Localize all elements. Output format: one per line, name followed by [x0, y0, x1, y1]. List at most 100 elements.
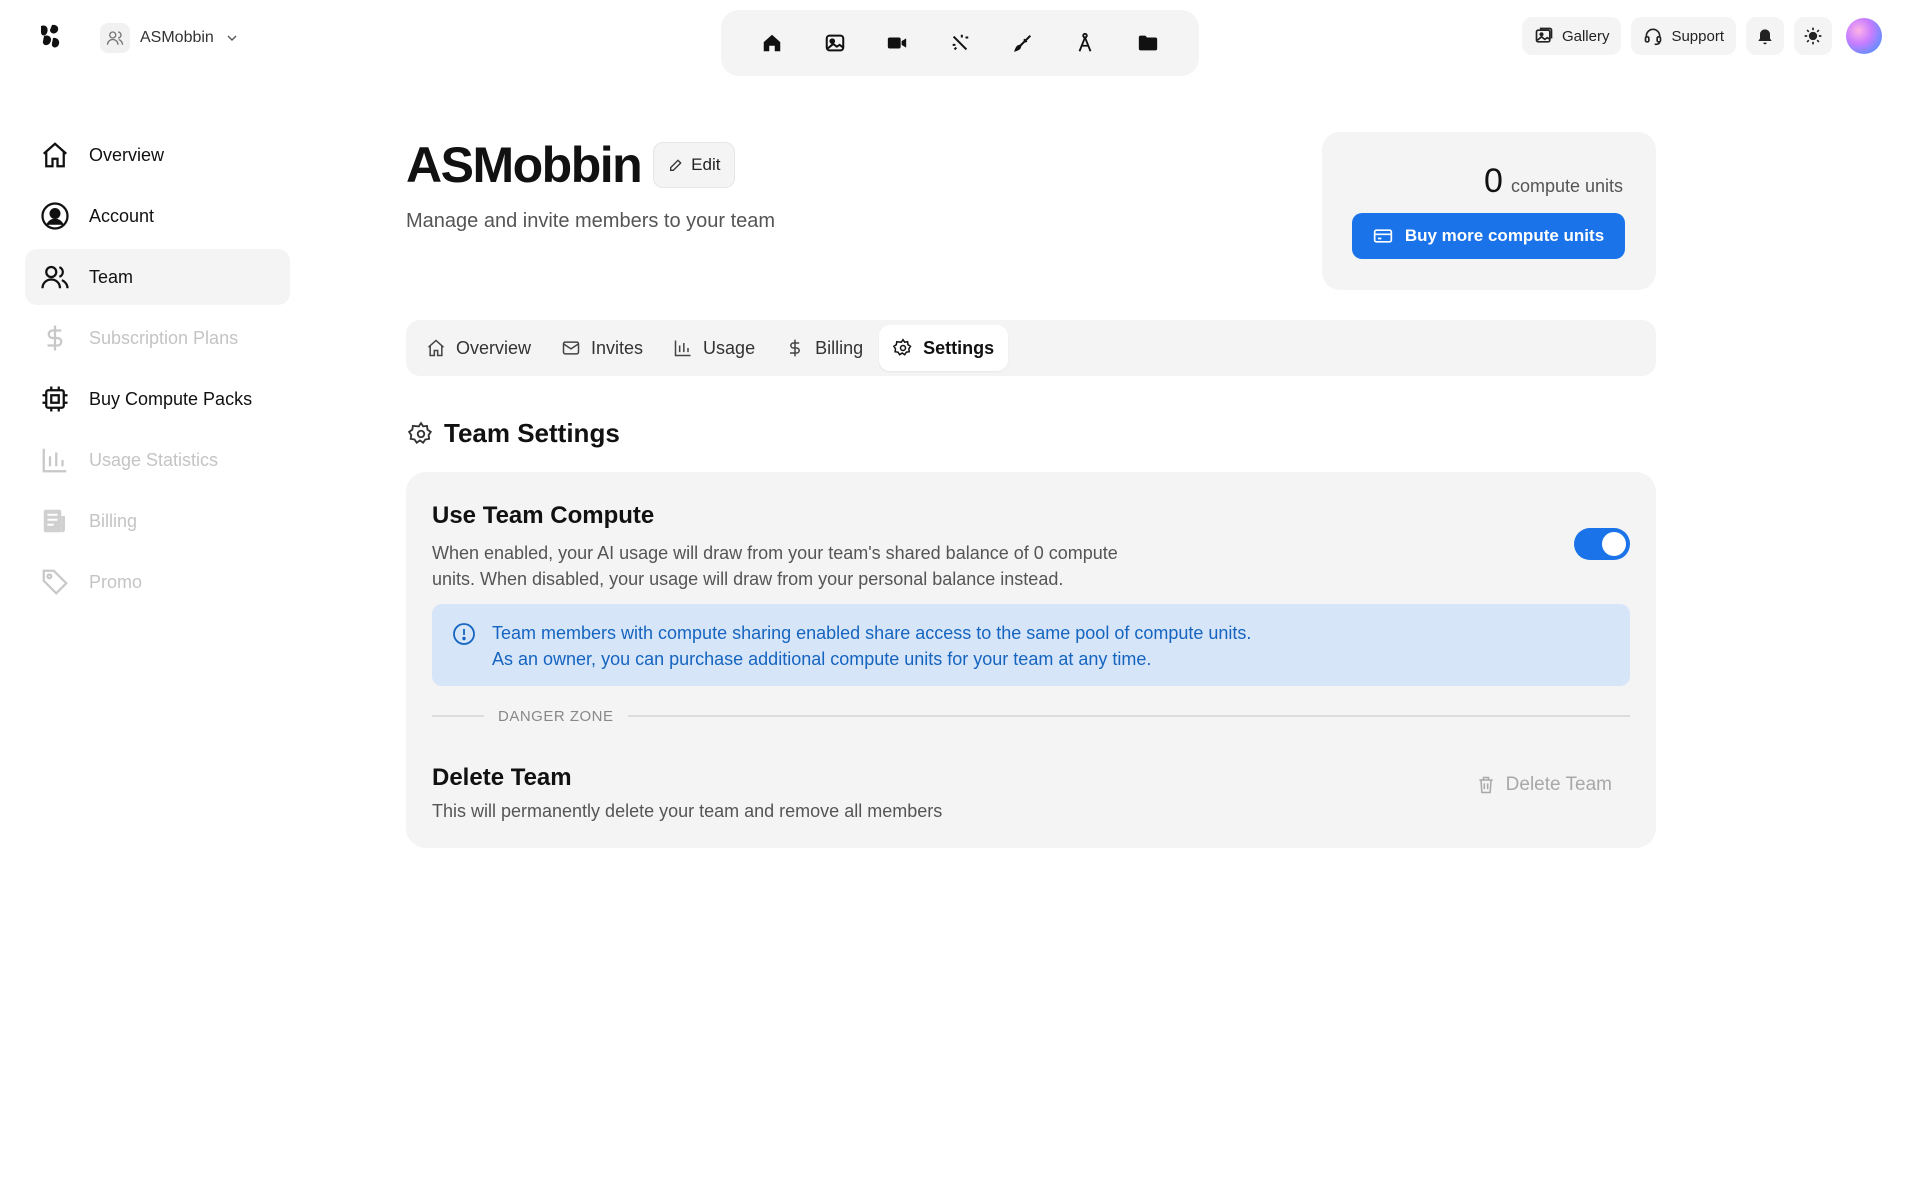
- dollar-icon: [785, 338, 805, 358]
- team-switcher[interactable]: ASMobbin: [100, 20, 240, 56]
- sidebar-item-billing: Billing: [25, 493, 290, 549]
- users-icon: [39, 261, 71, 293]
- compute-balance: 0 compute units: [1484, 162, 1623, 201]
- receipt-icon: [39, 505, 71, 537]
- tool-switcher: [721, 10, 1199, 76]
- tab-label: Usage: [703, 337, 756, 358]
- delete-team-button[interactable]: Delete Team: [1476, 774, 1612, 796]
- gallery-icon: [1534, 26, 1554, 46]
- buy-compute-units-button[interactable]: Buy more compute units: [1352, 213, 1625, 259]
- info-icon: [452, 622, 476, 646]
- image-icon[interactable]: [813, 21, 857, 65]
- sidebar-item-buy-compute-packs[interactable]: Buy Compute Packs: [25, 371, 290, 427]
- section-header: Team Settings: [408, 418, 620, 449]
- sidebar-item-label: Subscription Plans: [89, 327, 239, 348]
- team-settings-card: Use Team Compute When enabled, your AI u…: [406, 472, 1656, 848]
- info-line: As an owner, you can purchase additional…: [492, 649, 1152, 669]
- headset-icon: [1643, 26, 1663, 46]
- home-icon: [426, 338, 446, 358]
- info-callout: Team members with compute sharing enable…: [432, 604, 1630, 686]
- team-avatar-icon: [100, 23, 130, 53]
- sidebar-item-subscription-plans: Subscription Plans: [25, 310, 290, 366]
- main-content: ASMobbin Edit Manage and invite members …: [406, 120, 1656, 848]
- tab-overview[interactable]: Overview: [412, 325, 545, 371]
- section-title: Team Settings: [444, 418, 620, 448]
- tab-label: Billing: [815, 337, 864, 358]
- bar-chart-icon: [39, 444, 71, 476]
- bell-icon: [1755, 26, 1775, 46]
- page-title: ASMobbin: [406, 137, 643, 193]
- tab-label: Settings: [923, 337, 995, 358]
- sidebar: Overview Account Team Subscription Plans…: [25, 127, 290, 615]
- danger-zone-label: DANGER ZONE: [498, 707, 614, 725]
- compute-balance-unit: compute units: [1510, 176, 1623, 196]
- team-switcher-name: ASMobbin: [140, 29, 214, 46]
- dollar-icon: [39, 322, 71, 354]
- chip-icon: [39, 383, 71, 415]
- divider-line: [627, 715, 1630, 717]
- bar-chart-icon: [673, 338, 693, 358]
- team-tabs: Overview Invites Usage Billing Settings: [406, 320, 1656, 376]
- sidebar-item-label: Team: [89, 266, 134, 287]
- delete-team-label: Delete Team: [1505, 774, 1612, 795]
- sidebar-item-label: Account: [89, 205, 155, 226]
- team-compute-description-line: units. When disabled, your usage will dr…: [432, 569, 1064, 589]
- team-compute-title: Use Team Compute: [432, 502, 655, 529]
- tab-usage[interactable]: Usage: [659, 325, 769, 371]
- pencil-icon: [668, 157, 684, 173]
- brush-icon[interactable]: [1001, 21, 1045, 65]
- trash-icon: [1476, 775, 1496, 795]
- edit-label: Edit: [691, 155, 721, 174]
- sidebar-item-label: Promo: [89, 571, 143, 592]
- sidebar-item-label: Billing: [89, 510, 138, 531]
- user-avatar[interactable]: [1846, 18, 1882, 54]
- tab-settings[interactable]: Settings: [879, 325, 1009, 371]
- sidebar-item-usage-statistics: Usage Statistics: [25, 432, 290, 488]
- chevron-down-icon: [224, 30, 240, 46]
- top-right-actions: Gallery Support: [1521, 17, 1882, 55]
- gear-icon: [408, 421, 434, 447]
- tab-label: Invites: [591, 337, 644, 358]
- notifications-button[interactable]: [1746, 17, 1784, 55]
- toggle-knob: [1602, 532, 1626, 556]
- compass-icon[interactable]: [1063, 21, 1107, 65]
- compute-balance-value: 0: [1484, 162, 1503, 200]
- user-circle-icon: [39, 200, 71, 232]
- folder-icon[interactable]: [1126, 21, 1170, 65]
- team-compute-description: When enabled, your AI usage will draw fr…: [432, 540, 1152, 592]
- credit-card-icon: [1373, 226, 1393, 246]
- team-compute-toggle[interactable]: [1574, 528, 1630, 560]
- danger-zone-divider: DANGER ZONE: [432, 706, 1630, 726]
- tab-label: Overview: [456, 337, 532, 358]
- tag-icon: [39, 566, 71, 598]
- home-icon: [39, 139, 71, 171]
- tab-invites[interactable]: Invites: [547, 325, 657, 371]
- info-line: Team members with compute sharing enable…: [492, 623, 1252, 643]
- support-button[interactable]: Support: [1631, 17, 1736, 55]
- magic-wand-icon[interactable]: [938, 21, 982, 65]
- app-logo-icon[interactable]: [38, 24, 62, 50]
- theme-toggle-button[interactable]: [1794, 17, 1832, 55]
- buy-compute-units-label: Buy more compute units: [1404, 226, 1605, 245]
- tab-billing[interactable]: Billing: [771, 325, 877, 371]
- gallery-label: Gallery: [1561, 27, 1610, 45]
- divider-line: [432, 715, 484, 717]
- sidebar-item-account[interactable]: Account: [25, 188, 290, 244]
- gear-icon: [893, 338, 913, 358]
- support-label: Support: [1671, 27, 1724, 45]
- sidebar-item-overview[interactable]: Overview: [25, 127, 290, 183]
- delete-team-description: This will permanently delete your team a…: [432, 801, 943, 821]
- edit-team-name-button[interactable]: Edit: [653, 142, 736, 188]
- sidebar-item-label: Overview: [89, 144, 165, 165]
- home-icon[interactable]: [750, 21, 794, 65]
- sidebar-item-promo: Promo: [25, 554, 290, 610]
- gallery-button[interactable]: Gallery: [1521, 17, 1622, 55]
- video-icon[interactable]: [875, 21, 919, 65]
- sun-icon: [1803, 26, 1823, 46]
- sidebar-item-team[interactable]: Team: [25, 249, 290, 305]
- team-compute-description-line: When enabled, your AI usage will draw fr…: [432, 543, 1118, 563]
- delete-team-title: Delete Team: [432, 764, 572, 791]
- sidebar-item-label: Buy Compute Packs: [89, 388, 253, 409]
- mail-icon: [561, 338, 581, 358]
- compute-balance-card: 0 compute units Buy more compute units: [1322, 132, 1656, 290]
